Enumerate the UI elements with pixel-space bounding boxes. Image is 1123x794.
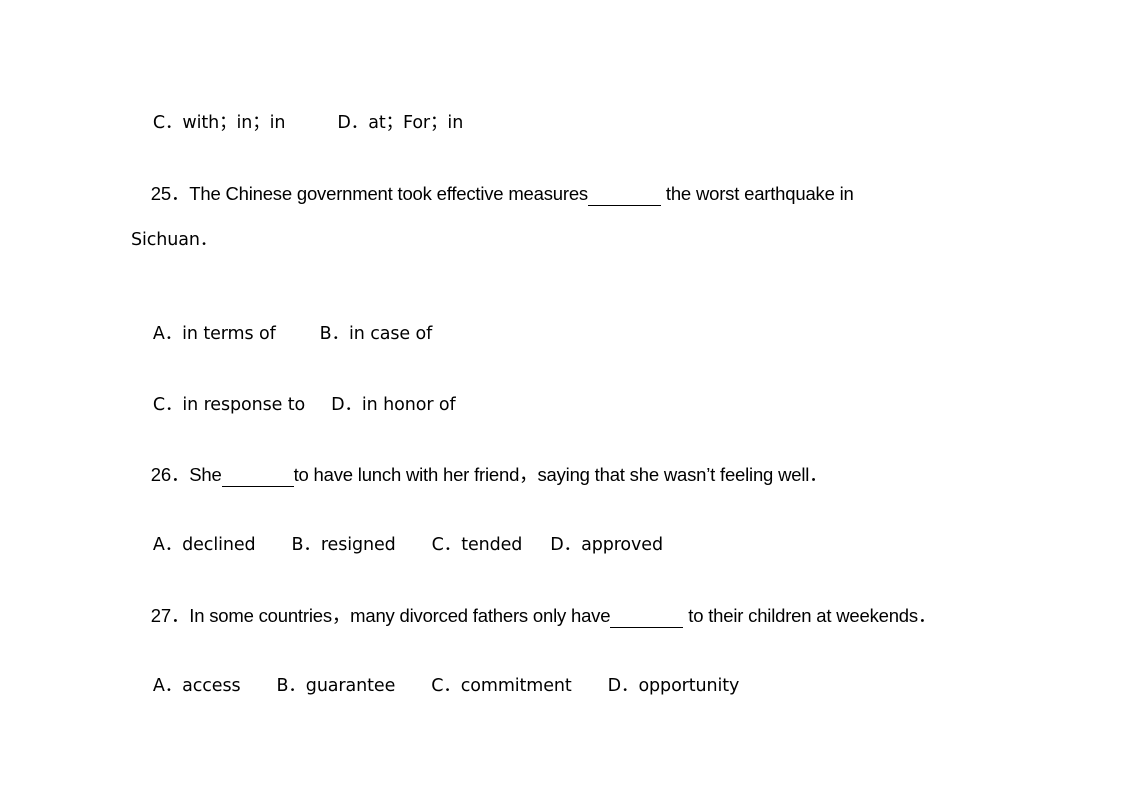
q25-option-d: D．in honor of [331, 395, 456, 415]
q25-continuation: Sichuan． [131, 230, 218, 250]
q26-options-row: A．declined B．resigned C．tended D．approved [131, 509, 663, 581]
q26-option-c: C．tended [431, 535, 523, 555]
q27-option-d: D．opportunity [607, 676, 740, 696]
q25-question: 25．The Chinese government took effective… [131, 158, 854, 230]
q25-option-a: A．in terms of [152, 324, 276, 344]
q25-answer-blank [587, 185, 661, 206]
q26-text-after: to have lunch with her friend，saying tha… [293, 464, 828, 485]
q26-text-before: She [189, 464, 222, 485]
q26-question: 26．She to have lunch with her friend，sayi… [131, 439, 828, 511]
q27-text-before: In some countries，many divorced fathers … [189, 605, 611, 626]
q25-options-row-cd: C．in response to D．in honor of [131, 369, 456, 441]
q27-options-row: A．access B．guarantee C．commitment D．opportu… [131, 650, 740, 722]
q27-number: 27． [150, 605, 190, 626]
q25-text-after: the worst earthquake in [660, 183, 854, 204]
q27-option-c: C．commitment [431, 676, 572, 696]
q27-answer-blank [610, 607, 684, 628]
q27-option-b: B．guarantee [276, 676, 396, 696]
q26-number: 26． [150, 464, 190, 485]
q26-option-d: D．approved [550, 535, 663, 555]
q24-option-d: D．at；For；in [337, 113, 464, 133]
q27-option-a: A．access [152, 676, 241, 696]
q26-option-a: A．declined [152, 535, 256, 555]
q24-option-c: C．with；in；in [152, 113, 286, 133]
q25-option-c: C．in response to [152, 395, 306, 415]
q25-option-b: B．in case of [319, 324, 433, 344]
q26-option-b: B．resigned [291, 535, 396, 555]
q27-text-after: to their children at weekends． [683, 605, 937, 626]
q27-question: 27．In some countries，many divorced fathe… [131, 580, 936, 652]
q25-options-row-ab: A．in terms of B．in case of [131, 298, 432, 370]
q25-text-before: The Chinese government took effective me… [189, 183, 588, 204]
q25-number: 25． [150, 183, 190, 204]
q24-options-row-cd: C．with；in；in D．at；For；in [131, 87, 463, 159]
q26-answer-blank [221, 466, 294, 487]
